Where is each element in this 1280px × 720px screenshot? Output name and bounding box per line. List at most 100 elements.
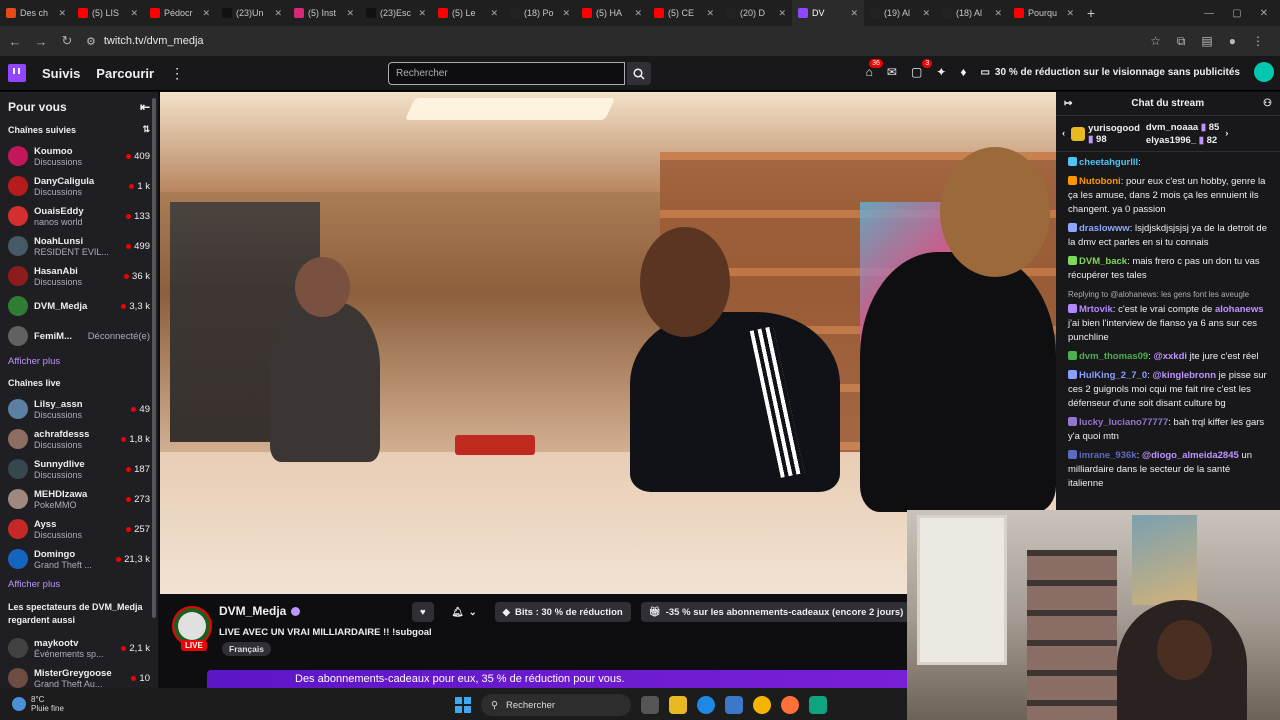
language-tag[interactable]: Français <box>222 642 271 656</box>
tab-close-icon[interactable]: ✕ <box>778 8 786 19</box>
search-input[interactable]: Rechercher <box>388 62 625 85</box>
browser-tab[interactable]: (18) Po ✕ <box>504 0 576 26</box>
channel-name[interactable]: DVM_Medja <box>219 604 301 618</box>
twitch-logo-icon[interactable] <box>8 64 26 82</box>
sidebar-channel-item[interactable]: Lilsy_assn Discussions 49 <box>0 394 158 424</box>
collapse-chat-icon[interactable]: ↦ <box>1064 98 1072 109</box>
browser-tab[interactable]: (5) Le ✕ <box>432 0 504 26</box>
tab-close-icon[interactable]: ✕ <box>562 8 570 19</box>
sidebar-channel-item[interactable]: HasanAbi Discussions 36 k <box>0 261 158 291</box>
sort-icon[interactable]: ⇅ <box>142 124 150 135</box>
nav-following-link[interactable]: Suivis <box>42 66 80 81</box>
gift-sub-banner[interactable]: Des abonnements-cadeaux pour eux, 35 % d… <box>207 670 912 688</box>
browser-tab[interactable]: (5) HA ✕ <box>576 0 648 26</box>
edge-icon[interactable] <box>697 696 715 714</box>
url-field[interactable]: ⚙ twitch.tv/dvm_medja <box>86 35 1138 48</box>
extensions-icon[interactable]: ⧉ <box>1177 34 1186 49</box>
task-view-icon[interactable] <box>641 696 659 714</box>
tab-close-icon[interactable]: ✕ <box>418 8 426 19</box>
follow-button[interactable]: ♥ <box>412 602 434 622</box>
chat-username[interactable]: imrane_936k <box>1079 450 1137 461</box>
sidebar-toggle-icon[interactable]: ▤ <box>1201 34 1212 49</box>
menu-dots-icon[interactable]: ⋮ <box>1252 34 1264 49</box>
sidebar-channel-item[interactable]: Koumoo Discussions 409 <box>0 141 158 171</box>
browser-tab[interactable]: DV ✕ <box>792 0 864 26</box>
tab-close-icon[interactable]: ✕ <box>634 8 642 19</box>
weather-widget[interactable]: 8°C Pluie fine <box>0 695 64 713</box>
nav-browse-link[interactable]: Parcourir <box>96 66 154 81</box>
more-options-icon[interactable]: ⋮ <box>170 65 184 82</box>
chat-mention[interactable]: alohanews <box>1215 304 1264 315</box>
bookmark-star-icon[interactable]: ☆ <box>1150 34 1161 49</box>
chat-message[interactable]: draslowww: lsjdjskdjsjsjsj ya de la detr… <box>1068 222 1268 250</box>
chat-message[interactable]: Nutoboni: pour eux c'est un hobby, genre… <box>1068 175 1268 217</box>
chrome-icon[interactable] <box>753 696 771 714</box>
tab-close-icon[interactable]: ✕ <box>58 8 66 19</box>
chat-username[interactable]: DVM_back <box>1079 256 1127 267</box>
chat-username[interactable]: cheetahgurlll <box>1079 157 1138 168</box>
gifters-prev-icon[interactable]: ‹ <box>1062 128 1065 139</box>
notifications-icon[interactable]: ⌂ 36 <box>866 59 883 79</box>
chat-username[interactable]: Nutoboni <box>1079 176 1121 187</box>
chat-message[interactable]: imrane_936k: @diogo_almeida2845 un milli… <box>1068 449 1268 491</box>
chat-username[interactable]: HulKing_2_7_0 <box>1079 370 1147 381</box>
browser-tab[interactable]: (5) CE ✕ <box>648 0 720 26</box>
browser-tab[interactable]: Pourqu ✕ <box>1008 0 1080 26</box>
show-more-followed-link[interactable]: Afficher plus <box>0 351 158 372</box>
chat-mention[interactable]: @xxkdi <box>1153 351 1187 362</box>
tab-close-icon[interactable]: ✕ <box>994 8 1002 19</box>
tab-close-icon[interactable]: ✕ <box>922 8 930 19</box>
crown-icon[interactable]: ♦ <box>960 65 966 79</box>
inbox-icon[interactable]: ✉ <box>887 65 897 79</box>
chat-username[interactable]: Mrtovik <box>1079 304 1113 315</box>
maximize-icon[interactable]: ▢ <box>1232 8 1241 19</box>
bits-icon[interactable]: ✦ <box>936 65 946 79</box>
chat-message[interactable]: dvm_thomas09: @xxkdi jte jure c'est réel <box>1068 350 1268 364</box>
user-avatar[interactable] <box>1254 62 1274 82</box>
profile-icon[interactable]: ● <box>1229 34 1236 49</box>
browser-tab[interactable]: (5) LIS ✕ <box>72 0 144 26</box>
sidebar-channel-item[interactable]: Ayss Discussions 257 <box>0 514 158 544</box>
browser-tab[interactable]: (23)Esc ✕ <box>360 0 432 26</box>
sidebar-channel-item[interactable]: FemiM... Déconnecté(e) <box>0 321 158 351</box>
show-more-live-link[interactable]: Afficher plus <box>0 574 158 595</box>
sidebar-channel-item[interactable]: Sunnydlive Discussions 187 <box>0 454 158 484</box>
whispers-icon[interactable]: ▢ 3 <box>911 59 933 79</box>
browser-tab[interactable]: (23)Un ✕ <box>216 0 288 26</box>
forward-icon[interactable]: → <box>34 34 48 49</box>
collapse-sidebar-icon[interactable]: ⇤ <box>140 100 150 114</box>
sidebar-channel-item[interactable]: DanyCaligula Discussions 1 k <box>0 171 158 201</box>
chat-username[interactable]: dvm_thomas09 <box>1079 351 1148 362</box>
top-gifter-1[interactable]: yurisogood ▮ 98 <box>1071 123 1140 145</box>
sidebar-channel-item[interactable]: MisterGreygoose Grand Theft Au... 10 <box>0 663 158 688</box>
search-button[interactable] <box>627 62 651 85</box>
chat-message[interactable]: HulKing_2_7_0: @kinglebronn je pisse sur… <box>1068 369 1268 411</box>
sidebar-channel-item[interactable]: maykootv Événements sp... 2,1 k <box>0 633 158 663</box>
taskbar-search[interactable]: ⚲ Rechercher <box>481 694 631 716</box>
sidebar-scrollbar[interactable] <box>151 92 157 688</box>
chat-username[interactable]: lucky_luciano77777 <box>1079 417 1168 428</box>
tab-close-icon[interactable]: ✕ <box>130 8 138 19</box>
new-tab-button[interactable]: + <box>1080 5 1102 21</box>
tab-close-icon[interactable]: ✕ <box>706 8 714 19</box>
back-icon[interactable]: ← <box>8 34 22 49</box>
scrollbar-thumb[interactable] <box>152 98 156 618</box>
top-gifter-3[interactable]: elyas1996_ ▮ 82 <box>1146 135 1217 146</box>
sidebar-channel-item[interactable]: NoahLunsi RESIDENT EVIL... 499 <box>0 231 158 261</box>
close-window-icon[interactable]: ✕ <box>1260 8 1268 19</box>
community-icon[interactable]: ⚇ <box>1263 98 1272 109</box>
chat-message[interactable]: cheetahgurlll: <box>1068 156 1268 170</box>
store-icon[interactable] <box>725 696 743 714</box>
browser-tab[interactable]: Pédocr ✕ <box>144 0 216 26</box>
turbo-promo-button[interactable]: ▭ 30 % de réduction sur le visionnage sa… <box>980 67 1240 78</box>
sidebar-channel-item[interactable]: MEHDIzawa PokeMMO 273 <box>0 484 158 514</box>
tab-close-icon[interactable]: ✕ <box>202 8 210 19</box>
tab-close-icon[interactable]: ✕ <box>1066 8 1074 19</box>
gift-sub-button[interactable]: 🎁︎ -35 % sur les abonnements-cadeaux (enc… <box>640 602 912 622</box>
chat-username[interactable]: draslowww <box>1079 223 1130 234</box>
sidebar-channel-item[interactable]: achrafdesss Discussions 1,8 k <box>0 424 158 454</box>
windows-start-icon[interactable] <box>455 697 471 713</box>
chat-message[interactable]: Replying to @alohanews: les gens font le… <box>1068 288 1268 345</box>
tab-close-icon[interactable]: ✕ <box>490 8 498 19</box>
bits-discount-button[interactable]: ◆ Bits : 30 % de réduction <box>494 602 631 622</box>
